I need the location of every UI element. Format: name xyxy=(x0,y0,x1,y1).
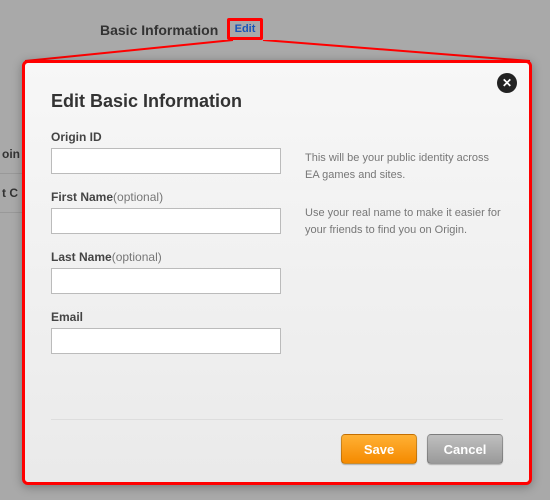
dialog-title: Edit Basic Information xyxy=(51,91,503,112)
cancel-button[interactable]: Cancel xyxy=(427,434,503,464)
edit-link-highlight[interactable]: Edit xyxy=(227,18,263,40)
callout-connector xyxy=(25,40,530,62)
label-origin-id: Origin ID xyxy=(51,130,281,144)
save-button[interactable]: Save xyxy=(341,434,417,464)
edit-basic-info-dialog: ✕ Edit Basic Information Origin ID First… xyxy=(22,60,532,485)
label-first-name: First Name(optional) xyxy=(51,190,281,204)
field-first-name: First Name(optional) xyxy=(51,190,281,234)
field-email: Email xyxy=(51,310,281,354)
field-origin-id: Origin ID xyxy=(51,130,281,174)
input-first-name[interactable] xyxy=(51,208,281,234)
input-last-name[interactable] xyxy=(51,268,281,294)
field-last-name: Last Name(optional) xyxy=(51,250,281,294)
page-section-heading: Basic Information xyxy=(100,22,218,38)
label-last-name: Last Name(optional) xyxy=(51,250,281,264)
help-text-identity: This will be your public identity across… xyxy=(305,150,503,183)
input-email[interactable] xyxy=(51,328,281,354)
close-icon[interactable]: ✕ xyxy=(497,73,517,93)
dialog-footer: Save Cancel xyxy=(51,419,503,464)
input-origin-id[interactable] xyxy=(51,148,281,174)
help-text-realname: Use your real name to make it easier for… xyxy=(305,205,503,238)
label-email: Email xyxy=(51,310,281,324)
